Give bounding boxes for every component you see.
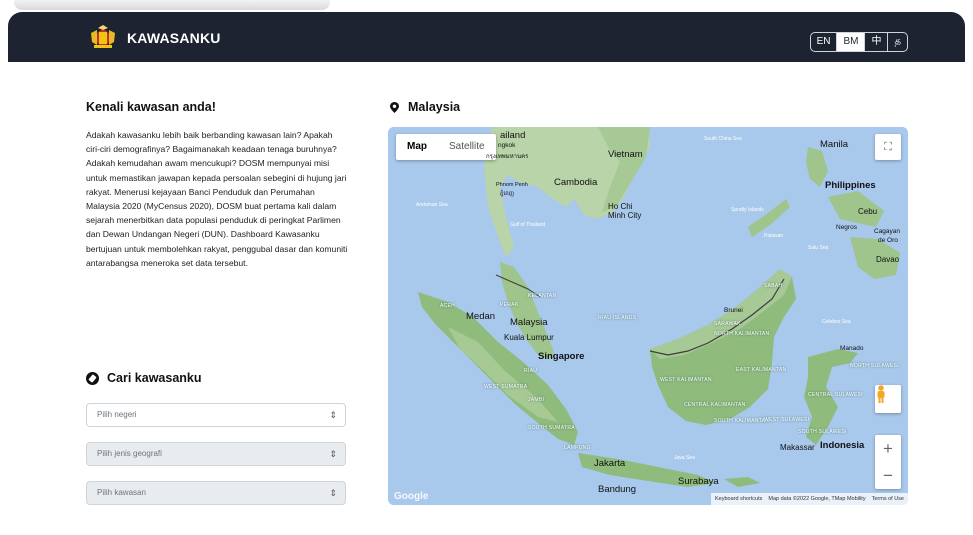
map-label-bandung: Bandung — [598, 484, 637, 495]
zoom-in-button[interactable]: + — [875, 435, 901, 462]
about-heading: Kenali kawasan anda! — [86, 100, 216, 114]
map-label-sarawak: SARAWAK — [714, 321, 741, 327]
map-label-bangkok-native: กรุงเทพมหานคร — [486, 154, 529, 160]
lang-ta-button[interactable]: த — [888, 33, 907, 51]
map-label-andaman-sea: Andaman Sea — [416, 202, 448, 208]
map-label-north-kalimantan: NORTH KALIMANTAN — [714, 331, 770, 337]
map-label-south-china-sea: South China Sea — [704, 136, 742, 142]
about-paragraph: Adakah kawasanku lebih baik berbanding k… — [86, 130, 348, 268]
map-label-west-sumatra: WEST SUMATRA — [484, 384, 528, 390]
map-label-phnom-penh-native: ភ្នំពេញ — [500, 191, 514, 197]
map-pin-icon — [390, 101, 399, 113]
map-label-spratly: Spratly Islands — [731, 207, 764, 213]
select-arrows-icon: ⇕ — [329, 410, 337, 420]
map-label-brunei: Brunei — [724, 307, 743, 314]
map-label-manila: Manila — [820, 139, 848, 150]
map-label-cebu: Cebu — [858, 207, 878, 216]
map-attribution: Keyboard shortcuts Map data ©2022 Google… — [711, 493, 908, 505]
map-label-gulf-of-thailand: Gulf of Thailand — [510, 222, 546, 228]
map-label-indonesia: Indonesia — [820, 440, 865, 451]
map-label-singapore: Singapore — [538, 351, 585, 362]
map-label-vietnam: Vietnam — [608, 149, 643, 160]
coat-of-arms-logo[interactable] — [88, 25, 118, 49]
map-label-cagayan2: de Oro — [878, 237, 898, 244]
map-label-south-sulawesi: SOUTH SULAWESI — [798, 429, 847, 435]
map-type-map-button[interactable]: Map — [396, 134, 438, 160]
map-label-south-sumatra: SOUTH SUMATRA — [528, 425, 575, 431]
map-label-celebes-sea: Celebes Sea — [822, 319, 851, 325]
map-label-negros: Negros — [836, 224, 857, 231]
map-label-philippines: Philippines — [825, 180, 876, 191]
map-label-sabah: SABAH — [764, 283, 783, 289]
map-label-cagayan: Cagayan — [874, 228, 901, 235]
map-label-north-sulawesi: NORTH SULAWESI — [850, 363, 899, 369]
map-label-perak: PERAK — [500, 302, 519, 308]
map-label-south-kalimantan: SOUTH KALIMANTAN — [714, 418, 770, 424]
search-heading: Cari kawasanku — [86, 371, 202, 385]
map-label-kelantan: KELANTAN — [528, 293, 557, 299]
map-label-malaysia: Malaysia — [510, 317, 548, 328]
zoom-out-button[interactable]: − — [875, 462, 901, 489]
brand-title[interactable]: KAWASANKU — [127, 30, 221, 46]
map-label-central-kalimantan: CENTRAL KALIMANTAN — [684, 402, 746, 408]
pegman-icon — [877, 385, 885, 403]
state-select-placeholder: Pilih negeri — [97, 410, 137, 419]
lang-zh-button[interactable]: 中 — [865, 33, 889, 51]
lang-en-button[interactable]: EN — [811, 33, 838, 51]
language-switcher: EN BM 中 த — [809, 32, 908, 52]
map-label-east-kalimantan: EAST KALIMANTAN — [736, 367, 787, 373]
map-heading-label: Malaysia — [408, 100, 461, 114]
geography-type-select[interactable]: Pilih jenis geografi ⇕ — [86, 442, 346, 466]
map-label-central-sulawesi: CENTRAL SULAWESI — [808, 392, 863, 398]
compass-icon — [86, 371, 99, 385]
map-heading: Malaysia — [390, 100, 460, 114]
map-label-west-sulawesi: WEST SULAWESI — [764, 417, 810, 423]
map-label-java-sea: Java Sea — [674, 455, 695, 461]
map-label-palawan: Palawan — [764, 233, 784, 239]
map-label-jambi: JAMBI — [528, 397, 545, 403]
map-label-phnom-penh: Phnom Penh — [496, 182, 528, 188]
google-logo[interactable]: Google — [394, 491, 428, 502]
map-label-surabaya: Surabaya — [678, 476, 719, 487]
area-select-placeholder: Pilih kawasan — [97, 488, 146, 497]
map-label-thailand: ailand — [500, 130, 526, 141]
map-label-medan: Medan — [466, 311, 496, 322]
fullscreen-button[interactable]: ⛶ — [875, 134, 901, 160]
map-label-riau: RIAU — [524, 368, 538, 374]
select-arrows-icon: ⇕ — [329, 488, 337, 498]
map-label-west-kalimantan: WEST KALIMANTAN — [660, 377, 712, 383]
zoom-control: + − — [875, 435, 901, 489]
geography-type-placeholder: Pilih jenis geografi — [97, 449, 162, 458]
map-label-kl: Kuala Lumpur — [504, 333, 554, 342]
google-map[interactable]: Map Satellite ⛶ + − ailand ngkok กรุงเทพ… — [388, 127, 908, 505]
map-data-credit: Map data ©2022 Google, TMap Mobility — [768, 496, 866, 502]
map-label-sulu-sea: Sulu Sea — [808, 245, 829, 251]
map-label-bangkok: ngkok — [498, 142, 516, 149]
main-content: Kenali kawasan anda! Adakah kawasanku le… — [8, 62, 965, 535]
map-label-davao: Davao — [876, 255, 900, 264]
app-frame: KAWASANKU EN BM 中 த Kenali kawasan anda!… — [8, 12, 965, 535]
map-label-lampung: LAMPUNG — [564, 445, 591, 451]
map-type-toggle: Map Satellite — [396, 134, 496, 160]
map-label-hcm2: Minh City — [608, 211, 642, 220]
navbar: KAWASANKU EN BM 中 த — [8, 12, 965, 62]
map-label-hcm: Ho Chi — [608, 202, 633, 211]
terms-of-use-link[interactable]: Terms of Use — [872, 493, 904, 505]
map-label-cambodia: Cambodia — [554, 177, 598, 188]
map-label-jakarta: Jakarta — [594, 458, 626, 469]
select-arrows-icon: ⇕ — [329, 449, 337, 459]
browser-tab-strip — [14, 0, 330, 10]
area-select[interactable]: Pilih kawasan ⇕ — [86, 481, 346, 505]
search-heading-label: Cari kawasanku — [107, 371, 202, 385]
lang-bm-button[interactable]: BM — [837, 33, 866, 51]
map-label-aceh: ACEH — [440, 303, 456, 309]
state-select[interactable]: Pilih negeri ⇕ — [86, 403, 346, 427]
map-label-riau-islands: RIAU ISLANDS — [598, 315, 637, 321]
keyboard-shortcuts-link[interactable]: Keyboard shortcuts — [715, 493, 762, 505]
street-view-pegman-icon[interactable] — [875, 385, 901, 413]
map-label-makassar: Makassar — [780, 443, 815, 452]
map-label-manado: Manado — [840, 345, 864, 352]
